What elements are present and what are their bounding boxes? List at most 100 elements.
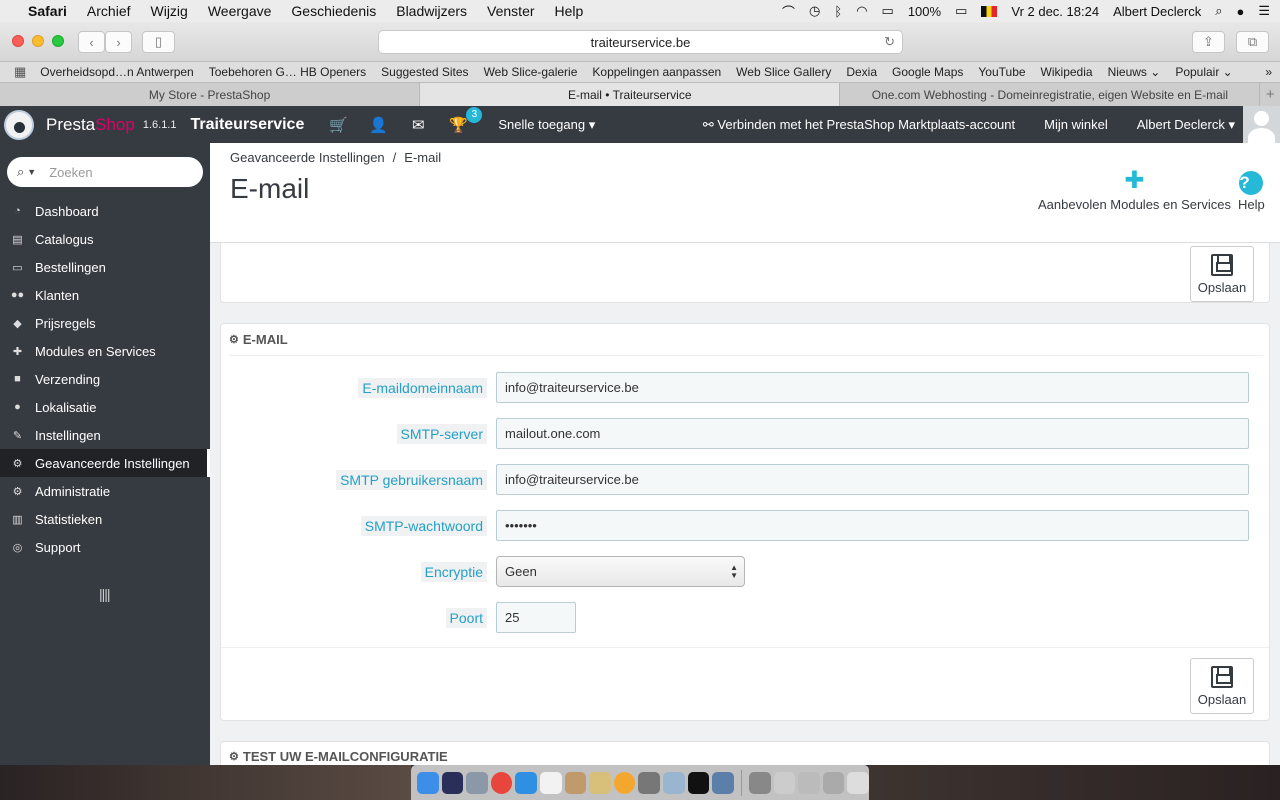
search-icon[interactable]: ⌕ [17,164,24,180]
prestashop-logo-icon[interactable] [0,106,38,143]
shop-name[interactable]: Traiteurservice [190,116,304,134]
menu-help[interactable]: Help [555,3,584,19]
battery-percentage[interactable]: 100% [908,4,941,19]
photos-icon[interactable] [613,771,636,794]
sidebar-item-geavanceerde-instellingen[interactable]: ⚙ Geavanceerde Instellingen [0,449,210,477]
chrome-icon[interactable] [490,771,513,794]
siri-icon[interactable]: ● [1236,4,1244,19]
avatar[interactable] [1243,106,1280,143]
shopping-cart-icon[interactable]: 🛒 [318,116,358,134]
document-icon[interactable] [773,771,796,794]
bookmark-item[interactable]: Dexia [846,65,877,79]
airplay-icon[interactable]: ▭ [882,3,894,19]
user-icon[interactable]: 👤 [358,116,398,134]
sidebar-item-support[interactable]: ◎ Support [0,533,210,561]
sidebar-item-prijsregels[interactable]: ◆ Prijsregels [0,309,210,337]
minimize-window-icon[interactable] [32,35,44,47]
bluetooth-icon[interactable]: ᛒ [834,4,842,19]
breadcrumb-parent[interactable]: Geavanceerde Instellingen [230,150,385,165]
bookmarks-overflow-icon[interactable]: » [1265,65,1272,79]
bookmark-item[interactable]: Overheidsopd…n Antwerpen [40,65,193,79]
time-machine-icon[interactable]: ◷ [809,3,820,19]
finder-icon[interactable] [417,771,439,794]
sidebar-item-modules[interactable]: ✚ Modules en Services [0,337,210,365]
email-domain-input[interactable]: info@traiteurservice.be [496,372,1249,403]
notes-icon[interactable] [564,771,587,794]
sidebar-item-lokalisatie[interactable]: ● Lokalisatie [0,393,210,421]
downloads-folder-icon[interactable] [748,771,771,794]
search-box[interactable]: ⌕ ▼ Zoeken [7,157,203,187]
safari-icon[interactable] [515,771,538,794]
employee-dropdown[interactable]: Albert Declerck ▾ [1137,117,1235,133]
system-preferences-icon[interactable] [638,771,661,794]
itunes-icon[interactable] [540,771,562,794]
sidebar-toggle-button[interactable]: ▯ [142,31,175,53]
search-input[interactable]: Zoeken [49,165,92,180]
window-icon[interactable] [822,771,845,794]
sidebar-item-bestellingen[interactable]: ▭ Bestellingen [0,253,210,281]
tab-one-com[interactable]: One.com Webhosting - Domeinregistratie, … [840,83,1261,106]
bookmark-item[interactable]: Web Slice-galerie [484,65,578,79]
menu-archief[interactable]: Archief [87,3,131,19]
tab-overview-button[interactable]: ⧉ [1236,31,1269,53]
app-store-icon[interactable] [712,771,734,794]
zoom-window-icon[interactable] [52,35,64,47]
bookmark-item[interactable]: Wikipedia [1041,65,1093,79]
notification-center-icon[interactable]: ☰ [1258,3,1270,19]
help-button[interactable]: ? Help [1238,165,1265,212]
sidebar-item-instellingen[interactable]: ✎ Instellingen [0,421,210,449]
bookmark-item[interactable]: Koppelingen aanpassen [592,65,721,79]
tab-email-traiteurservice[interactable]: E-mail • Traiteurservice [420,83,841,106]
back-button[interactable]: ‹ [78,31,105,53]
smtp-password-input[interactable]: ••••••• [496,510,1249,541]
port-input[interactable]: 25 [496,602,576,633]
sidebar-item-catalogus[interactable]: ▤ Catalogus [0,225,210,253]
share-button[interactable]: ⇪ [1192,31,1225,53]
wifi-icon[interactable]: ◠ [856,3,867,19]
sidebar-item-dashboard[interactable]: ◔ Dashboard [0,197,210,225]
trophy-icon[interactable]: 🏆 3 [438,106,483,134]
sidebar-item-administratie[interactable]: ⚙ Administratie [0,477,210,505]
bookmark-folder[interactable]: Populair ⌄ [1175,65,1232,79]
input-source-flag-icon[interactable] [981,5,998,17]
menu-venster[interactable]: Venster [487,3,534,19]
encryption-select[interactable]: Geen ▲ ▼ [496,556,745,587]
menubar-user[interactable]: Albert Declerck [1113,4,1201,19]
contacts-icon[interactable] [589,771,611,794]
sidebar-item-statistieken[interactable]: ▥ Statistieken [0,505,210,533]
menu-geschiedenis[interactable]: Geschiedenis [291,3,376,19]
bookmark-item[interactable]: Toebehoren G… HB Openers [209,65,366,79]
bookmark-folder[interactable]: Nieuws ⌄ [1108,65,1161,79]
smtp-server-input[interactable]: mailout.one.com [496,418,1249,449]
preview-icon[interactable] [663,771,685,794]
marketplace-link[interactable]: ⚯ Verbinden met het PrestaShop Marktplaa… [703,117,1015,133]
bookmark-item[interactable]: YouTube [978,65,1025,79]
smtp-username-input[interactable]: info@traiteurservice.be [496,464,1249,495]
menu-weergave[interactable]: Weergave [208,3,272,19]
launchpad-icon[interactable] [466,771,488,794]
sidebar-item-klanten[interactable]: ●● Klanten [0,281,210,309]
sonos-icon[interactable] [687,771,710,794]
close-window-icon[interactable] [12,35,24,47]
tab-my-store[interactable]: My Store - PrestaShop [0,83,421,106]
spotlight-icon[interactable]: ⌕ [1215,3,1222,19]
my-shop-link[interactable]: Mijn winkel [1044,117,1108,132]
menu-app-name[interactable]: Safari [28,3,67,19]
recommended-modules-button[interactable]: ✚ Aanbevolen Modules en Services [1038,165,1231,212]
forward-button[interactable]: › [105,31,132,53]
bookmark-item[interactable]: Web Slice Gallery [736,65,831,79]
new-tab-button[interactable]: + [1260,83,1280,106]
menu-wijzig[interactable]: Wijzig [151,3,188,19]
reload-icon[interactable]: ↻ [884,34,895,50]
sidebar-item-verzending[interactable]: ■ Verzending [0,365,210,393]
address-bar[interactable]: traiteurservice.be ↻ [378,30,903,54]
battery-icon[interactable]: ▭ [955,3,967,19]
window-icon[interactable] [798,771,820,794]
bookmark-item[interactable]: Suggested Sites [381,65,468,79]
clock[interactable]: Vr 2 dec. 18:24 [1011,4,1099,19]
save-button[interactable]: Opslaan [1190,658,1254,714]
envelope-icon[interactable]: ✉ [398,116,438,134]
collapse-sidebar-icon[interactable]: |||| [99,586,111,602]
creative-cloud-icon[interactable]: ⌒ [782,2,795,21]
bookmark-item[interactable]: Google Maps [892,65,963,79]
